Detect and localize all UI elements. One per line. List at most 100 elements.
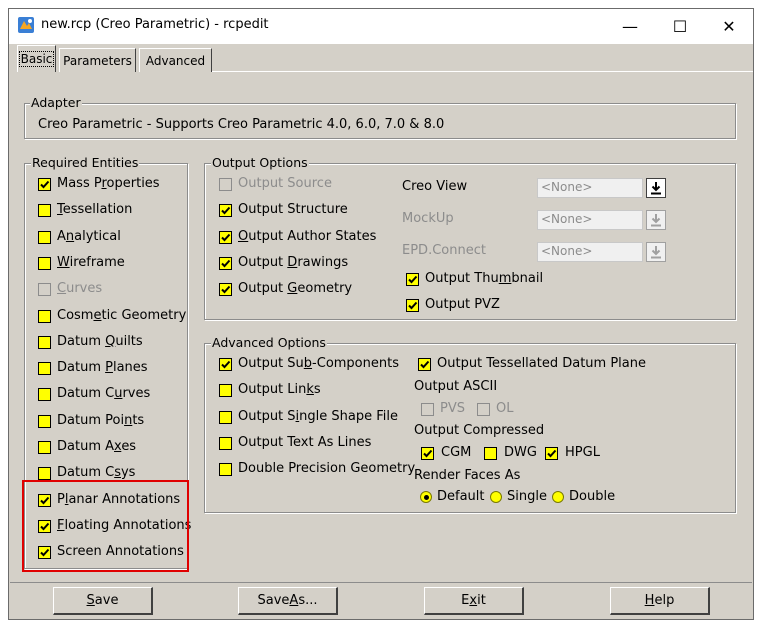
checkmark-icon <box>547 449 557 458</box>
checkmark-icon <box>221 360 231 369</box>
label-output-author-states-text-rest: utput Author States <box>248 228 377 244</box>
radio-render-double[interactable] <box>552 491 564 503</box>
save-button-label-text-rest: ave <box>94 593 119 608</box>
label-wireframe: Wireframe <box>57 255 125 271</box>
checkbox-datum-curves[interactable] <box>38 388 51 402</box>
label-dwg: DWG <box>504 445 537 460</box>
checkbox-output-author-states[interactable] <box>219 230 232 244</box>
app-icon <box>17 16 35 34</box>
label-curves-text-rest: urves <box>66 281 103 297</box>
label-cosmetic-geometry-text-rest: tic Geometry <box>101 307 187 323</box>
checkbox-cgm[interactable] <box>421 447 434 460</box>
checkmark-icon <box>221 207 231 215</box>
epd-connect-select: <None> <box>537 242 643 262</box>
label-datum-quilts: Datum Quilts <box>57 334 143 350</box>
checkbox-output-structure[interactable] <box>219 204 232 218</box>
label-output-links-accel: k <box>306 382 314 398</box>
exit-button[interactable]: Ex it <box>424 587 524 615</box>
label-output-structure-text: Output Structure <box>238 202 348 218</box>
checkbox-double-precision-geometry[interactable] <box>219 463 232 477</box>
label-output-drawings: Output Drawings <box>238 255 348 271</box>
adapter-text: Creo Parametric - Supports Creo Parametr… <box>38 117 445 132</box>
help-button[interactable]: Help <box>610 587 710 615</box>
checkbox-analytical[interactable] <box>38 230 51 244</box>
checkbox-output-pvz[interactable] <box>406 299 419 312</box>
label-output-thumbnail-accel: m <box>498 271 512 286</box>
exit-button-label-text: E <box>461 593 470 608</box>
checkbox-tessellation[interactable] <box>38 204 51 218</box>
label-wireframe-text-rest: ireframe <box>69 254 125 270</box>
tab-parameters[interactable]: Parameters <box>59 48 136 72</box>
tab-advanced[interactable]: Advanced <box>139 48 212 72</box>
annotations-highlight-box <box>22 480 189 572</box>
label-output-sub-components-text: Output Su <box>238 356 304 371</box>
checkbox-datum-points[interactable] <box>38 414 51 428</box>
mockup-label: MockUp <box>402 211 454 226</box>
checkbox-datum-planes[interactable] <box>38 362 51 376</box>
label-curves: Curves <box>57 281 102 297</box>
label-datum-points: Datum Points <box>57 413 144 429</box>
creo-view-download-button[interactable] <box>646 178 666 198</box>
close-button[interactable]: ✕ <box>706 11 752 41</box>
checkbox-datum-csys[interactable] <box>38 467 51 481</box>
label-wireframe-accel: W <box>57 254 70 270</box>
checkbox-datum-quilts[interactable] <box>38 335 51 349</box>
label-datum-quilts-accel: Q <box>105 333 116 349</box>
tab-basic[interactable]: Basic <box>17 45 56 72</box>
checkmark-icon <box>221 259 231 268</box>
checkbox-datum-axes[interactable] <box>38 441 51 454</box>
checkbox-ascii-pvs <box>421 403 434 416</box>
label-datum-curves-text: Datum C <box>57 386 115 402</box>
checkbox-mass-properties[interactable] <box>38 178 51 191</box>
checkbox-output-sub-components[interactable] <box>219 358 232 371</box>
window-title: new.rcp (Creo Parametric) - rcpedit <box>41 17 269 32</box>
label-render-double: Double <box>569 489 616 504</box>
checkbox-output-text-as-lines[interactable] <box>219 436 232 450</box>
label-output-single-shape-file: Output Single Shape File <box>238 409 398 425</box>
checkbox-output-links[interactable] <box>219 384 232 398</box>
checkmark-icon <box>221 286 231 294</box>
label-datum-points-text: Datum Poi <box>57 412 125 428</box>
help-button-label-text-rest: elp <box>654 593 675 608</box>
checkmark-icon <box>423 449 433 458</box>
label-cgm: CGM <box>441 445 472 460</box>
checkmark-icon <box>420 360 430 369</box>
label-datum-quilts-text-rest: uilts <box>115 333 143 349</box>
label-datum-planes: Datum Planes <box>57 360 148 376</box>
output-ascii-label: Output ASCII <box>414 379 498 394</box>
checkbox-hpgl[interactable] <box>545 447 558 460</box>
label-output-pvz-text: Output PVZ <box>425 297 500 312</box>
label-output-geometry-text: Output <box>238 281 288 297</box>
checkbox-wireframe[interactable] <box>38 256 51 270</box>
checkbox-cosmetic-geometry[interactable] <box>38 309 51 323</box>
label-output-drawings-text-rest: rawings <box>297 254 349 270</box>
label-datum-axes-text-rest: es <box>121 439 137 454</box>
radio-render-single[interactable] <box>490 491 502 503</box>
radio-selected-dot <box>423 494 429 500</box>
checkbox-output-thumbnail[interactable] <box>406 273 419 286</box>
label-datum-points-text-rest: ts <box>132 412 145 428</box>
radio-render-default[interactable] <box>420 491 432 503</box>
checkbox-dwg[interactable] <box>484 447 497 460</box>
save-as-button-label-text-rest: s... <box>298 593 318 608</box>
checkbox-output-geometry[interactable] <box>219 283 232 297</box>
save-button-label-accel: S <box>86 593 95 608</box>
exit-button-label-accel: x <box>469 593 478 608</box>
checkbox-output-drawings[interactable] <box>219 256 232 270</box>
download-arrow-icon <box>651 214 661 227</box>
label-datum-axes: Datum Axes <box>57 439 136 455</box>
save-as-button[interactable]: Save As... <box>238 587 338 615</box>
minimize-button[interactable]: — <box>607 11 653 41</box>
tab-advanced-label: Advanced <box>145 53 206 68</box>
checkbox-output-tessellated-datum-plane[interactable] <box>418 358 431 371</box>
label-output-text-as-lines-text: Output Text As Lines <box>238 434 372 450</box>
label-datum-quilts-text: Datum <box>57 333 106 349</box>
label-output-links-text: Output Lin <box>238 382 307 398</box>
label-mass-properties-text-rest: operties <box>106 176 160 191</box>
checkbox-output-single-shape-file[interactable] <box>219 410 232 424</box>
maximize-button[interactable]: ☐ <box>657 11 703 41</box>
creo-view-select[interactable]: <None> <box>537 178 643 198</box>
label-output-text-as-lines: Output Text As Lines <box>238 435 371 451</box>
download-arrow-icon <box>651 246 661 259</box>
save-button[interactable]: Save <box>53 587 153 615</box>
